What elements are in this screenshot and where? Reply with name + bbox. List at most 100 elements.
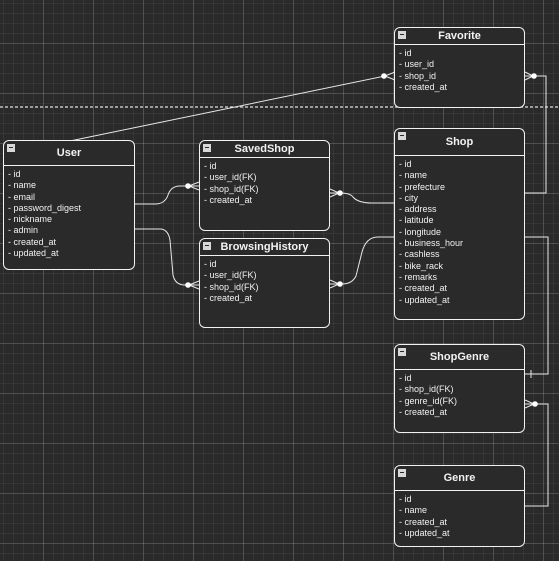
field-row: - updated_at [399, 294, 450, 305]
rel-shop-browsing-crow2 [329, 283, 340, 289]
collapse-icon[interactable] [203, 144, 211, 152]
field-row: - bike_rack [399, 260, 444, 271]
field-row: - user_id(FK) [204, 172, 257, 183]
entity-title: Favorite [438, 30, 481, 42]
entity-browsinghistory[interactable]: BrowsingHistory - id - user_id(FK) - sho… [199, 238, 330, 328]
rel-shop-favorite-dot [531, 73, 537, 79]
rel-genre-shopgenre [525, 403, 549, 507]
field-row: - updated_at [8, 248, 59, 259]
rel-user-favorite [69, 75, 386, 142]
field-row: - shop_id(FK) [204, 183, 259, 194]
field-row: - password_digest [8, 202, 82, 213]
field-row: - nickname [8, 214, 53, 225]
collapse-icon[interactable] [398, 132, 406, 140]
entity-genre-header[interactable]: Genre [395, 466, 524, 491]
field-row: - created_at [8, 236, 57, 247]
entity-shop[interactable]: Shop - id - name - prefecture - city - a… [394, 128, 525, 320]
rel-user-savedshop-crow2 [188, 185, 200, 191]
collapse-icon[interactable] [7, 144, 15, 152]
collapse-icon[interactable] [203, 242, 211, 250]
entity-fields: - id - name - prefecture - city - addres… [395, 156, 524, 306]
rel-user-browsing-dot [185, 282, 191, 288]
rel-genre-shopgenre-crow2 [524, 403, 535, 409]
field-row: - address [399, 204, 437, 215]
rel-shop-browsing-dot [337, 281, 343, 287]
entity-fields: - id - shop_id(FK) - genre_id(FK) - crea… [395, 370, 524, 418]
field-row: - shop_id [399, 70, 437, 81]
entity-favorite[interactable]: Favorite - id - user_id - shop_id - crea… [394, 27, 525, 108]
field-row: - name [8, 180, 37, 191]
field-row: - business_hour [399, 238, 464, 249]
entity-title: SavedShop [234, 143, 295, 155]
field-row: - prefecture [399, 181, 446, 192]
field-row: - longitude [399, 226, 442, 237]
rel-shop-shopgenre [525, 236, 549, 375]
collapse-icon[interactable] [398, 469, 406, 477]
field-row: - city [399, 192, 418, 203]
rel-user-favorite-dot [381, 73, 387, 79]
entity-title: BrowsingHistory [220, 241, 309, 253]
field-row: - updated_at [399, 527, 450, 538]
entity-title: Genre [443, 472, 476, 484]
field-row: - id [399, 373, 412, 383]
entity-title: User [56, 147, 82, 159]
entity-genre[interactable]: Genre - id - name - created_at - updated… [394, 465, 525, 547]
rel-user-savedshop [135, 185, 199, 205]
entity-savedshop-header[interactable]: SavedShop [200, 141, 329, 158]
collapse-icon[interactable] [398, 31, 406, 39]
rel-genre-shopgenre-dot [532, 401, 538, 407]
collapse-icon[interactable] [398, 348, 406, 356]
field-row: - email [8, 191, 36, 202]
er-diagram-canvas: Favorite - id - user_id - shop_id - crea… [0, 0, 559, 561]
field-row: - shop_id(FK) [204, 281, 259, 292]
field-row: - created_at [399, 516, 448, 527]
entity-browsinghistory-header[interactable]: BrowsingHistory [200, 239, 329, 256]
entity-shop-header[interactable]: Shop [395, 129, 524, 156]
entity-favorite-header[interactable]: Favorite [395, 28, 524, 45]
field-row: - created_at [399, 406, 448, 417]
rel-shop-savedshop-crow2 [329, 192, 340, 198]
entity-user-header[interactable]: User [4, 141, 134, 166]
entity-title: ShopGenre [429, 351, 490, 363]
field-row: - remarks [399, 271, 437, 282]
field-row: - id [399, 494, 412, 504]
entity-fields: - id - user_id - shop_id - created_at [395, 45, 524, 93]
entity-user[interactable]: User - id - name - email - password_dige… [3, 140, 135, 270]
field-row: - latitude [399, 215, 434, 226]
entity-fields: - id - name - created_at - updated_at [395, 491, 524, 539]
field-row: - name [399, 170, 428, 181]
rel-user-browsing [135, 228, 199, 286]
field-row: - created_at [399, 283, 448, 294]
rel-user-savedshop-dot [185, 183, 191, 189]
entity-title: Shop [445, 136, 474, 148]
rel-shop-favorite-crow2 [524, 75, 534, 81]
field-row: - user_id(FK) [204, 270, 257, 281]
entity-savedshop[interactable]: SavedShop - id - user_id(FK) - shop_id(F… [199, 140, 330, 231]
rel-genre-shopgenre-crow1 [524, 399, 535, 405]
field-row: - id [8, 169, 21, 179]
rel-shop-savedshop-dot [337, 190, 343, 196]
rel-shop-browsing [330, 236, 395, 285]
field-row: - id [399, 48, 412, 58]
field-row: - genre_id(FK) [399, 395, 458, 406]
entity-fields: - id - user_id(FK) - shop_id(FK) - creat… [200, 158, 329, 206]
entity-fields: - id - name - email - password_digest - … [4, 166, 134, 259]
field-row: - cashless [399, 249, 440, 260]
field-row: - admin [8, 225, 39, 236]
entity-shopgenre[interactable]: ShopGenre - id - shop_id(FK) - genre_id(… [394, 344, 525, 433]
rel-shop-savedshop [330, 192, 395, 204]
field-row: - id [204, 161, 217, 171]
rel-shop-favorite-crow1 [524, 71, 534, 77]
field-row: - created_at [204, 292, 253, 303]
field-row: - created_at [204, 194, 253, 205]
field-row: - id [399, 159, 412, 169]
field-row: - user_id [399, 59, 435, 70]
field-row: - id [204, 259, 217, 269]
field-row: - created_at [399, 81, 448, 92]
rel-user-browsing-crow2 [188, 284, 200, 290]
field-row: - shop_id(FK) [399, 384, 454, 395]
rel-shop-favorite [525, 75, 547, 194]
rel-user-savedshop-crow1 [188, 181, 200, 187]
entity-shopgenre-header[interactable]: ShopGenre [395, 345, 524, 370]
rel-shop-savedshop-crow1 [329, 188, 340, 194]
